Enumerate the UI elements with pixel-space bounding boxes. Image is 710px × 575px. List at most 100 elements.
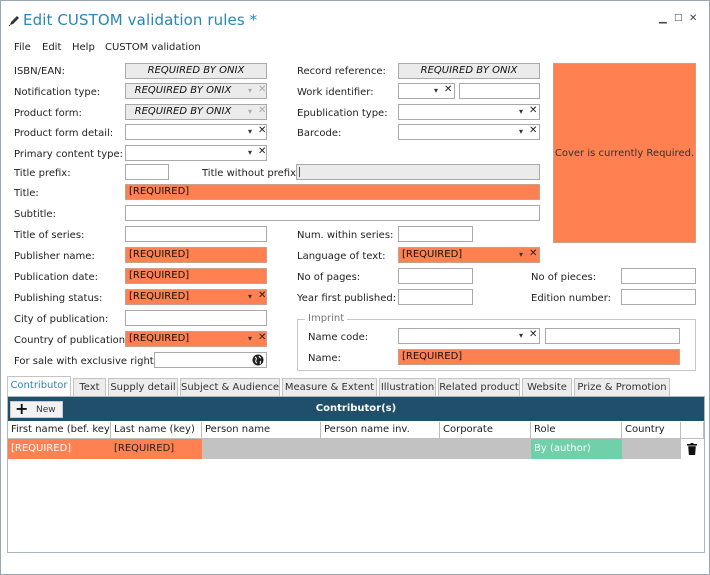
tab-illustration[interactable]: Illustration: [379, 378, 436, 397]
clear-icon[interactable]: ✕: [258, 290, 266, 301]
chevron-down-icon[interactable]: ▾: [248, 148, 252, 157]
window-title: Edit CUSTOM validation rules *: [23, 11, 258, 29]
isbn-field[interactable]: REQUIRED BY ONIX: [125, 63, 267, 79]
chevron-down-icon[interactable]: ▾: [248, 127, 252, 136]
clear-icon[interactable]: ✕: [444, 84, 452, 95]
no-of-pieces-input[interactable]: [621, 268, 696, 284]
clear-icon[interactable]: ✕: [529, 248, 537, 259]
clear-icon[interactable]: ✕: [258, 146, 266, 157]
minimize-icon[interactable]: ▁: [659, 13, 667, 24]
isbn-label: ISBN/EAN:: [14, 66, 66, 77]
no-of-pages-label: No of pages:: [297, 272, 361, 283]
work-identifier-type-select[interactable]: ▾ ✕: [398, 83, 455, 99]
tab-related-product[interactable]: Related product: [438, 378, 520, 397]
column-header-corporate[interactable]: Corporate: [440, 422, 531, 439]
clear-icon[interactable]: ✕: [529, 329, 537, 340]
cell-first-name[interactable]: [REQUIRED]: [8, 439, 111, 459]
chevron-down-icon[interactable]: ▾: [248, 334, 252, 343]
tab-supply-detail[interactable]: Supply detail: [108, 378, 178, 397]
chevron-down-icon[interactable]: ▾: [519, 127, 523, 136]
column-header-person-name[interactable]: Person name: [202, 422, 321, 439]
cover-image-area[interactable]: Cover is currently Required.: [553, 63, 696, 243]
imprint-name-code-input[interactable]: [545, 328, 680, 344]
tab-contributor[interactable]: Contributor: [7, 376, 71, 397]
trash-icon[interactable]: [687, 443, 697, 455]
epublication-type-select[interactable]: ▾ ✕: [398, 104, 540, 120]
product-form-select[interactable]: REQUIRED BY ONIX ▾ ✕: [125, 104, 267, 120]
publisher-name-label: Publisher name:: [14, 251, 95, 262]
subtitle-input[interactable]: [125, 205, 540, 221]
plus-icon: +: [15, 399, 29, 418]
city-of-publication-input[interactable]: [125, 310, 267, 326]
globe-icon[interactable]: [252, 354, 264, 366]
chevron-down-icon[interactable]: ▾: [434, 86, 438, 95]
title-prefix-input[interactable]: [125, 164, 169, 180]
cell-corporate[interactable]: [440, 439, 531, 459]
cell-person-name-inv[interactable]: [321, 439, 440, 459]
clear-icon[interactable]: ✕: [258, 84, 266, 95]
close-icon[interactable]: ✕: [689, 13, 697, 24]
cell-country[interactable]: [622, 439, 681, 459]
clear-icon[interactable]: ✕: [258, 105, 266, 116]
menu-file[interactable]: File: [14, 42, 31, 53]
new-contributor-button[interactable]: + New: [10, 399, 63, 418]
menu-custom-validation[interactable]: CUSTOM validation: [105, 42, 201, 53]
imprint-name-value: [REQUIRED]: [402, 351, 463, 362]
publication-date-input[interactable]: [REQUIRED]: [125, 268, 267, 284]
column-header-role[interactable]: Role: [531, 422, 622, 439]
product-form-detail-select[interactable]: ▾ ✕: [125, 124, 267, 140]
imprint-name-code-select[interactable]: ▾ ✕: [398, 328, 540, 344]
year-first-published-input[interactable]: [398, 289, 473, 305]
notification-type-select[interactable]: REQUIRED BY ONIX ▾ ✕: [125, 83, 267, 99]
chevron-down-icon[interactable]: ▾: [248, 86, 252, 95]
imprint-name-input[interactable]: [REQUIRED]: [398, 349, 680, 365]
for-sale-exclusive-label: For sale with exclusive rights:: [14, 356, 163, 367]
country-of-publication-select[interactable]: [REQUIRED] ▾ ✕: [125, 331, 267, 347]
maximize-icon[interactable]: □: [674, 13, 683, 23]
column-header-actions: [681, 422, 704, 439]
tab-prize-promotion[interactable]: Prize & Promotion: [574, 378, 670, 397]
cell-person-name[interactable]: [202, 439, 321, 459]
barcode-select[interactable]: ▾ ✕: [398, 124, 540, 140]
language-of-text-select[interactable]: [REQUIRED] ▾ ✕: [398, 247, 540, 263]
cell-role[interactable]: By (author): [531, 439, 622, 459]
cell-last-name[interactable]: [REQUIRED]: [111, 439, 202, 459]
column-header-person-name-inv[interactable]: Person name inv.: [321, 422, 440, 439]
column-header-first-name[interactable]: First name (bef. key): [8, 422, 114, 439]
chevron-down-icon[interactable]: ▾: [519, 331, 523, 340]
chevron-down-icon[interactable]: ▾: [519, 250, 523, 259]
work-identifier-input[interactable]: [459, 83, 540, 99]
tab-text[interactable]: Text: [73, 378, 106, 397]
publisher-name-input[interactable]: [REQUIRED]: [125, 247, 267, 263]
publishing-status-value: [REQUIRED]: [129, 291, 190, 302]
clear-icon[interactable]: ✕: [529, 125, 537, 136]
title-of-series-input[interactable]: [125, 226, 267, 242]
column-header-last-name[interactable]: Last name (key): [111, 422, 202, 439]
chevron-down-icon[interactable]: ▾: [519, 107, 523, 116]
new-button-label: New: [36, 405, 56, 415]
clear-icon[interactable]: ✕: [529, 105, 537, 116]
chevron-down-icon[interactable]: ▾: [248, 292, 252, 301]
contributor-header-bar: Contributor(s): [8, 397, 704, 421]
for-sale-exclusive-input[interactable]: [154, 352, 267, 368]
chevron-down-icon[interactable]: ▾: [248, 107, 252, 116]
column-header-country[interactable]: Country: [622, 422, 681, 439]
primary-content-type-select[interactable]: ▾ ✕: [125, 145, 267, 161]
no-of-pages-input[interactable]: [398, 268, 473, 284]
publishing-status-select[interactable]: [REQUIRED] ▾ ✕: [125, 289, 267, 305]
menu-help[interactable]: Help: [72, 42, 95, 53]
edition-number-input[interactable]: [621, 289, 696, 305]
clear-icon[interactable]: ✕: [258, 125, 266, 136]
barcode-label: Barcode:: [297, 128, 342, 139]
menu-edit[interactable]: Edit: [42, 42, 61, 53]
title-without-prefix-input[interactable]: [296, 164, 540, 180]
title-input[interactable]: [REQUIRED]: [125, 184, 540, 200]
tab-measure-extent[interactable]: Measure & Extent: [282, 378, 377, 397]
clear-icon[interactable]: ✕: [258, 332, 266, 343]
record-reference-field[interactable]: REQUIRED BY ONIX: [398, 63, 540, 79]
tab-subject-audience[interactable]: Subject & Audience: [180, 378, 280, 397]
edit-window: Edit CUSTOM validation rules * ▁ □ ✕ Fil…: [0, 0, 710, 575]
num-within-series-label: Num. within series:: [297, 230, 394, 241]
num-within-series-input[interactable]: [398, 226, 473, 242]
tab-website[interactable]: Website: [522, 378, 572, 397]
